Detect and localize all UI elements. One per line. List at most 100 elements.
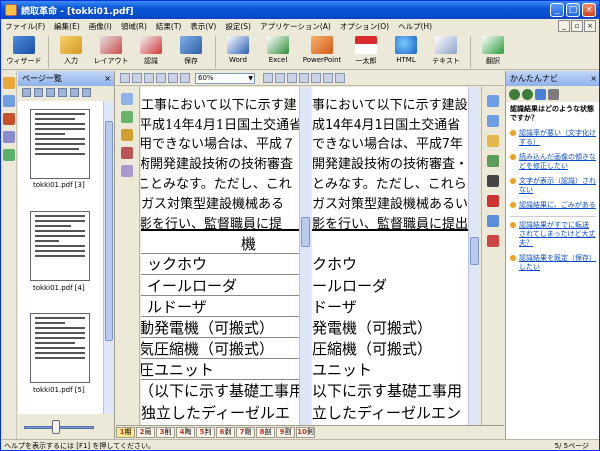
menu-options[interactable]: オプション(O) (340, 21, 389, 32)
thumbnail-size-slider[interactable] (18, 416, 114, 438)
page-tab[interactable]: 9割 (276, 426, 295, 438)
close-button[interactable]: × (582, 3, 596, 17)
menu-image[interactable]: 画像(I) (89, 21, 112, 32)
grid-icon[interactable] (335, 73, 345, 83)
page-tab[interactable]: 3削 (156, 426, 175, 438)
text-button[interactable]: テキスト (427, 34, 465, 66)
translate-button[interactable]: 翻訳 (474, 34, 512, 66)
menu-file[interactable]: ファイル(F) (5, 21, 45, 32)
navi-link[interactable]: 認識結果がすでに転送されてしまったけど大丈夫？ (510, 221, 596, 248)
scrollbar-thumb[interactable] (105, 121, 113, 341)
zoom-out-icon[interactable] (156, 73, 166, 83)
thumbnail-scrollbar[interactable] (103, 101, 114, 414)
mdi-minimize-button[interactable]: _ (558, 20, 570, 32)
slider-knob[interactable] (52, 420, 60, 434)
page-tab[interactable]: 5判 (196, 426, 215, 438)
check-icon[interactable] (3, 149, 15, 161)
close-icon[interactable]: × (104, 71, 111, 86)
menu-view[interactable]: 表示(V) (190, 21, 216, 32)
order-icon[interactable] (121, 165, 133, 177)
delete-page-icon[interactable] (34, 88, 43, 97)
page-tab[interactable]: 10剣 (296, 426, 315, 438)
view-icon[interactable] (263, 73, 273, 83)
maximize-button[interactable]: □ (566, 3, 580, 17)
vertical-view-icon[interactable] (287, 73, 297, 83)
thumbnail-view-icon[interactable] (22, 88, 31, 97)
pen-tool-icon[interactable] (168, 73, 178, 83)
mdi-restore-button[interactable]: ▫ (571, 20, 583, 32)
page-tab[interactable]: 7剛 (236, 426, 255, 438)
find-icon[interactable] (487, 175, 499, 187)
mdi-close-button[interactable]: × (584, 20, 596, 32)
close-icon[interactable]: × (590, 71, 597, 86)
input-button[interactable]: 入力 (52, 34, 90, 66)
undo-icon[interactable] (487, 135, 499, 147)
page-thumbnail[interactable] (30, 109, 90, 179)
word-button[interactable]: Word (219, 34, 257, 64)
title-bar[interactable]: 読取革命 - [tokki01.pdf] _ □ × (1, 1, 599, 19)
page-tab[interactable]: 6剥 (216, 426, 235, 438)
text-scrollbar[interactable] (468, 87, 480, 425)
page-view-icon[interactable] (3, 77, 15, 89)
html-button[interactable]: HTML (387, 34, 425, 64)
layout-button[interactable]: レイアウト (92, 34, 130, 66)
page-tab[interactable]: 1期 (116, 426, 135, 438)
menu-result[interactable]: 結果(T) (156, 21, 181, 32)
text-region-icon[interactable] (121, 93, 133, 105)
insert-page-icon[interactable] (58, 88, 67, 97)
text-pane[interactable]: 事において以下に示す建設 成14年4月1日国土交通省 できない場合は、平成7年 … (312, 87, 468, 425)
page-tab[interactable]: 8剖 (256, 426, 275, 438)
edit-icon[interactable] (3, 113, 15, 125)
menu-region[interactable]: 領域(R) (121, 21, 147, 32)
powerpoint-button[interactable]: PowerPoint (299, 34, 345, 64)
ichitaro-button[interactable]: 一太郎 (347, 34, 385, 66)
fit-page-icon[interactable] (180, 73, 190, 83)
image-scrollbar[interactable] (299, 87, 311, 425)
font-size-icon[interactable] (487, 215, 499, 227)
font-color-icon[interactable] (487, 235, 499, 247)
thumbnail-list[interactable]: tokki01.pdf [3] tokki01.pdf [4] tokki01.… (18, 101, 103, 414)
copy-icon[interactable] (487, 95, 499, 107)
navi-link[interactable]: 文字が表示（認識）されない (510, 177, 596, 195)
recognize-button[interactable]: 認識 (132, 34, 170, 66)
insert-text-icon[interactable] (487, 195, 499, 207)
image-pane[interactable]: 工事において以下に示す建 平成14年4月1日国土交通省 用できない場合は、平成７… (141, 87, 299, 425)
navi-link[interactable]: 認識結果に、ごみがある (510, 201, 596, 210)
page-thumbnail[interactable] (30, 211, 90, 281)
proofread-icon[interactable] (487, 155, 499, 167)
paste-icon[interactable] (487, 115, 499, 127)
font-icon[interactable] (323, 73, 333, 83)
home-icon[interactable] (535, 88, 546, 100)
menu-application[interactable]: アプリケーション(A) (260, 21, 331, 32)
scrollbar-thumb[interactable] (301, 217, 310, 247)
move-down-icon[interactable] (82, 88, 91, 97)
excel-button[interactable]: Excel (259, 34, 297, 64)
navi-link[interactable]: 認識結果を既定（保存）したい (510, 254, 596, 272)
wizard-button[interactable]: ウィザード (5, 34, 43, 66)
horizontal-view-icon[interactable] (299, 73, 309, 83)
save-button[interactable]: 保存 (172, 34, 210, 66)
page-tab[interactable]: 2局 (136, 426, 155, 438)
table-region-icon[interactable] (121, 111, 133, 123)
back-icon[interactable] (509, 88, 520, 100)
navi-link[interactable]: 読み込んだ画像の傾きなどを修正したい (510, 153, 596, 171)
menu-help[interactable]: ヘルプ(H) (398, 21, 432, 32)
sync-scroll-icon[interactable] (311, 73, 321, 83)
rotate-icon[interactable] (46, 88, 55, 97)
forward-icon[interactable] (522, 88, 533, 100)
menu-edit[interactable]: 編集(E) (54, 21, 80, 32)
split-view-icon[interactable] (275, 73, 285, 83)
page-thumbnail[interactable] (30, 313, 90, 383)
hand-tool-icon[interactable] (120, 73, 130, 83)
scrollbar-thumb[interactable] (470, 237, 479, 265)
print-icon[interactable] (548, 88, 559, 100)
move-up-icon[interactable] (70, 88, 79, 97)
zoom-in-icon[interactable] (144, 73, 154, 83)
select-tool-icon[interactable] (132, 73, 142, 83)
minimize-button[interactable]: _ (550, 3, 564, 17)
image-region-icon[interactable] (121, 129, 133, 141)
zoom-select[interactable]: 60% (195, 72, 255, 84)
menu-settings[interactable]: 設定(S) (225, 21, 251, 32)
layers-icon[interactable] (3, 131, 15, 143)
scan-icon[interactable] (3, 95, 15, 107)
